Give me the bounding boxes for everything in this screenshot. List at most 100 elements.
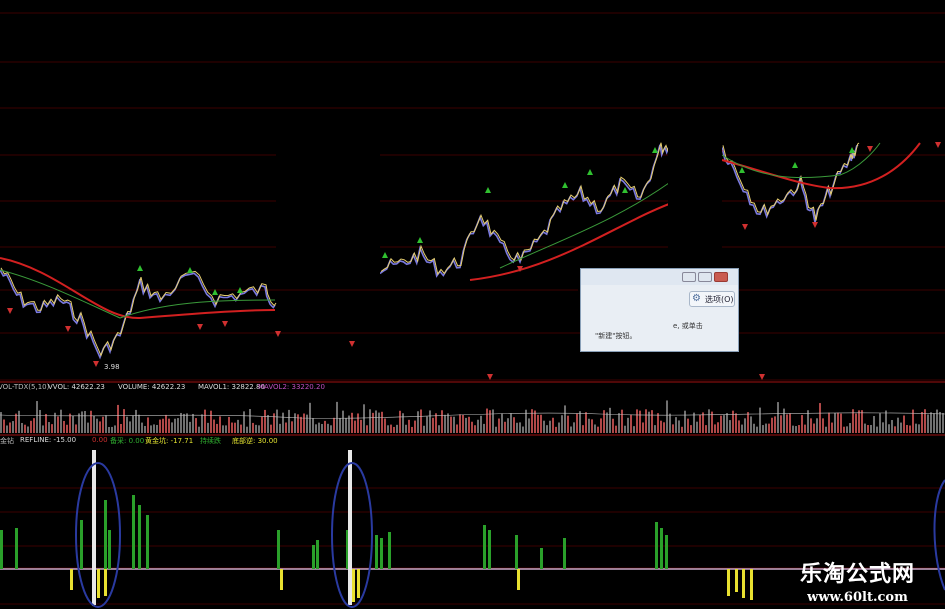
volume-bar <box>651 410 653 433</box>
volume-bar <box>219 416 221 433</box>
volume-bar <box>882 422 884 433</box>
volume-bar <box>828 412 830 433</box>
volume-bar <box>297 414 299 433</box>
yellow-signal-bar <box>727 569 730 596</box>
green-signal-bar <box>380 538 383 569</box>
volume-bar <box>864 423 866 433</box>
volume-bar <box>444 414 446 433</box>
volume-bar <box>609 407 611 433</box>
volume-bar <box>285 422 287 433</box>
volume-bar <box>114 425 116 433</box>
green-signal-bar <box>488 530 491 569</box>
volume-bar <box>549 420 551 433</box>
volume-bar <box>645 409 647 433</box>
volume-bar <box>465 417 467 433</box>
volume-bar <box>402 413 404 433</box>
volume-bar <box>801 415 803 433</box>
volume-bar <box>87 422 89 433</box>
green-signal-bar <box>483 525 486 569</box>
volume-bar <box>831 422 833 433</box>
signal-marker-white <box>92 450 96 605</box>
volume-bar <box>762 425 764 433</box>
volume-bar <box>201 414 203 433</box>
volume-bar <box>6 425 8 433</box>
volume-bar <box>759 407 761 433</box>
volume-bar <box>750 416 752 433</box>
volume-bar <box>747 412 749 433</box>
volume-bar <box>519 422 521 433</box>
volume-bar <box>879 413 881 433</box>
volume-bar <box>843 426 845 433</box>
volume-bar <box>372 412 374 433</box>
volume-bar <box>90 410 92 433</box>
volume-bar <box>210 410 212 433</box>
volume-bar <box>303 413 305 433</box>
volume-bar <box>366 425 368 433</box>
volume-bar <box>453 416 455 433</box>
formula-dialog[interactable]: ⚙ 选项(O) e, 或单击 "新建"按钮。 <box>580 268 739 352</box>
volume-bar <box>705 425 707 433</box>
maximize-button[interactable] <box>698 272 712 282</box>
volume-bar <box>618 413 620 433</box>
volume-bar <box>474 425 476 433</box>
volume-bar <box>450 416 452 433</box>
volume-bar <box>384 418 386 433</box>
volume-bar <box>360 419 362 433</box>
volume-bar <box>15 413 17 433</box>
close-button[interactable] <box>714 272 728 282</box>
volume-bar <box>921 411 923 433</box>
volume-bar <box>435 413 437 433</box>
volume-bar <box>495 426 497 433</box>
volume-bar <box>621 409 623 433</box>
volume-bar <box>126 416 128 433</box>
volume-bar <box>939 411 941 433</box>
green-signal-bar <box>146 515 149 569</box>
volume-bar <box>75 424 77 433</box>
volume-bar <box>771 417 773 433</box>
dialog-text-1: e, 或单击 <box>673 322 703 330</box>
volume-bar <box>204 409 206 433</box>
volume-bar <box>660 420 662 433</box>
volume-bar <box>252 422 254 433</box>
volume-bar <box>696 421 698 433</box>
volume-bar <box>330 425 332 433</box>
volume-bar <box>51 424 53 433</box>
volume-bar <box>492 409 494 433</box>
volume-bar <box>627 417 629 433</box>
volume-bar <box>102 416 104 433</box>
options-button[interactable]: ⚙ 选项(O) <box>689 291 735 307</box>
refline-value: REFLINE: -15.00 <box>20 436 77 444</box>
volume-bar <box>189 421 191 433</box>
minimize-button[interactable] <box>682 272 696 282</box>
volume-bar <box>672 424 674 433</box>
vol-indicator-name[interactable]: VOL-TDX(5,10) <box>0 383 49 391</box>
volume-bar <box>393 426 395 433</box>
indicator-name[interactable]: 金钻 <box>0 436 14 446</box>
volume-bar <box>396 424 398 433</box>
volume-bar <box>561 415 563 433</box>
volume-bar <box>351 412 353 433</box>
volume-bar <box>363 404 365 433</box>
volume-bar <box>378 412 380 433</box>
volume-bar <box>603 410 605 433</box>
volume-bar <box>177 418 179 433</box>
volume-bar <box>105 415 107 433</box>
volume-bar <box>267 415 269 433</box>
options-label: 选项(O) <box>705 295 734 304</box>
volume-bar <box>294 413 296 433</box>
volume-bar <box>690 425 692 433</box>
volume-bar <box>174 418 176 433</box>
volume-bar <box>780 415 782 433</box>
volume-bar <box>570 426 572 433</box>
volume-bar <box>540 414 542 433</box>
watermark-title: 乐淘公式网 <box>799 562 915 587</box>
volume-bar <box>30 420 32 433</box>
volume-bar <box>837 412 839 433</box>
green-signal-bar <box>515 535 518 569</box>
volume-bar <box>258 425 260 433</box>
volume-bar <box>531 409 533 433</box>
volume-bar <box>96 418 98 433</box>
volume-bar <box>774 416 776 433</box>
volume-value: VOLUME: 42622.23 <box>118 383 186 391</box>
volume-bar <box>783 408 785 433</box>
